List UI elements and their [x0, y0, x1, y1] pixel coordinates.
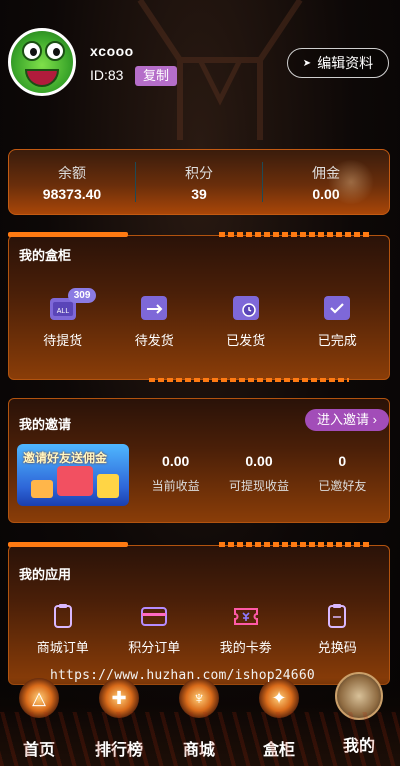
app-item-label: 我的卡劵: [219, 640, 272, 655]
gift-box-icon: [31, 480, 53, 498]
nav-mall[interactable]: ♆ 商城: [166, 678, 232, 760]
invite-stat-value: 0.00: [245, 453, 273, 469]
card-topbar-dashed: [219, 542, 369, 547]
invite-card: 我的邀请 进入邀请 › 邀请好友送佣金 0.00 当前收益 0.00 可提现收益…: [8, 398, 390, 523]
cabinet-item-pending-pickup[interactable]: ALL 309 待提货: [20, 288, 106, 349]
card-topbar-dashed: [219, 232, 369, 237]
box-pending-ship-icon: [141, 296, 168, 322]
profile-icon: [335, 672, 383, 720]
nav-ranking[interactable]: ✚ 排行榜: [86, 678, 152, 760]
avatar-eye-right: [45, 41, 65, 61]
cabinet-item-label: 待提货: [43, 333, 83, 348]
cabinet-item-label: 已发货: [226, 333, 266, 348]
box-all-text: ALL: [57, 308, 70, 315]
invite-title: 我的邀请: [19, 417, 72, 432]
invite-stat-friends: 0 已邀好友: [301, 453, 384, 494]
app-item-label: 积分订单: [128, 640, 181, 655]
invite-stat-label: 当前收益: [151, 479, 200, 493]
apps-title: 我的应用: [19, 567, 72, 582]
invite-stat-current: 0.00 当前收益: [134, 453, 217, 494]
user-id: ID:83: [90, 67, 124, 83]
avatar-eye-left: [22, 41, 42, 61]
cabinet-item-complete[interactable]: 已完成: [294, 296, 380, 349]
invite-stat-label: 可提现收益: [228, 479, 289, 493]
nav-label: 商城: [182, 742, 215, 759]
wallet-stats: 余额 98373.40 积分 39 佣金 0.00: [8, 149, 390, 215]
nav-profile[interactable]: 我的: [326, 672, 392, 756]
invite-banner-text: 邀请好友送佣金: [23, 451, 108, 465]
cabinet-item-label: 已完成: [317, 333, 357, 348]
apps-card: 我的应用 商城订单 积分订单 我的卡劵 兑换码: [8, 542, 391, 685]
invite-banner-image[interactable]: 邀请好友送佣金: [17, 444, 129, 506]
stat-points[interactable]: 积分 39: [136, 163, 262, 202]
cabinet-icon: ✦: [259, 678, 299, 718]
nav-label: 我的: [342, 738, 375, 755]
gift-box-icon: [57, 466, 93, 496]
profile-header: xcooo ID:83 复制 ➤ 编辑资料: [0, 0, 400, 140]
glow-decoration: [327, 160, 375, 204]
stat-balance[interactable]: 余额 98373.40: [9, 163, 135, 202]
ranking-icon: ✚: [99, 678, 139, 718]
username: xcooo: [90, 43, 134, 59]
cabinet-card: 我的盒柜 ALL 309 待提货 待发货 已发货 已完成: [8, 232, 391, 382]
box-shipped-icon: [232, 296, 259, 322]
stat-label: 余额: [58, 164, 86, 181]
stat-value: 39: [191, 185, 207, 202]
avatar-mouth: [25, 69, 59, 87]
coupon-icon: [233, 603, 259, 629]
home-icon: △: [19, 678, 59, 718]
invite-stat-label: 已邀好友: [318, 479, 367, 493]
box-complete-icon: [324, 296, 351, 322]
chevron-right-icon: ›: [372, 412, 377, 427]
cabinet-item-shipped[interactable]: 已发货: [203, 296, 289, 349]
cabinet-item-label: 待发货: [134, 333, 174, 348]
gift-box-icon: [97, 474, 119, 498]
app-item-mall-orders[interactable]: 商城订单: [20, 603, 106, 656]
app-item-redeem-code[interactable]: 兑换码: [294, 603, 380, 656]
enter-invite-label: 进入邀请: [317, 412, 370, 427]
pending-count-badge: 309: [67, 288, 97, 303]
invite-stat-value: 0: [338, 453, 347, 469]
play-arrow-icon: ➤: [302, 57, 312, 69]
cabinet-grid: ALL 309 待提货 待发货 已发货 已完成: [9, 288, 391, 349]
watermark-text: https://www.huzhan.com/ishop24660: [50, 668, 315, 683]
card-icon: [141, 603, 168, 629]
app-item-my-coupons[interactable]: 我的卡劵: [203, 603, 289, 656]
card-topbar: [8, 232, 128, 237]
mall-icon: ♆: [179, 678, 219, 718]
clipboard-code-icon: [324, 603, 350, 629]
nav-label: 首页: [22, 742, 55, 759]
edit-profile-button[interactable]: ➤ 编辑资料: [287, 48, 389, 78]
copy-id-button[interactable]: 复制: [135, 66, 177, 86]
nav-label: 盒柜: [262, 742, 295, 759]
app-item-points-orders[interactable]: 积分订单: [111, 603, 197, 656]
edit-profile-label: 编辑资料: [317, 55, 374, 71]
stat-label: 积分: [185, 164, 213, 181]
invite-stats: 0.00 当前收益 0.00 可提现收益 0 已邀好友: [134, 453, 384, 494]
card-topbar: [8, 542, 128, 547]
stat-value: 98373.40: [42, 185, 102, 202]
nav-label: 排行榜: [94, 742, 143, 759]
apps-grid: 商城订单 积分订单 我的卡劵 兑换码: [9, 603, 391, 656]
nav-cabinet[interactable]: ✦ 盒柜: [246, 678, 312, 760]
invite-stat-withdrawable: 0.00 可提现收益: [217, 453, 300, 494]
avatar[interactable]: [8, 28, 76, 96]
cabinet-item-pending-ship[interactable]: 待发货: [111, 296, 197, 349]
clipboard-icon: [50, 603, 76, 629]
card-bottombar: [149, 378, 349, 382]
app-item-label: 商城订单: [36, 640, 89, 655]
enter-invite-button[interactable]: 进入邀请 ›: [305, 409, 389, 431]
app-item-label: 兑换码: [317, 640, 357, 655]
cabinet-title: 我的盒柜: [19, 248, 72, 263]
nav-home[interactable]: △ 首页: [6, 678, 72, 760]
bottom-nav: △ 首页 ✚ 排行榜 ♆ 商城 ✦ 盒柜 我的: [0, 672, 400, 766]
invite-stat-value: 0.00: [162, 453, 190, 469]
